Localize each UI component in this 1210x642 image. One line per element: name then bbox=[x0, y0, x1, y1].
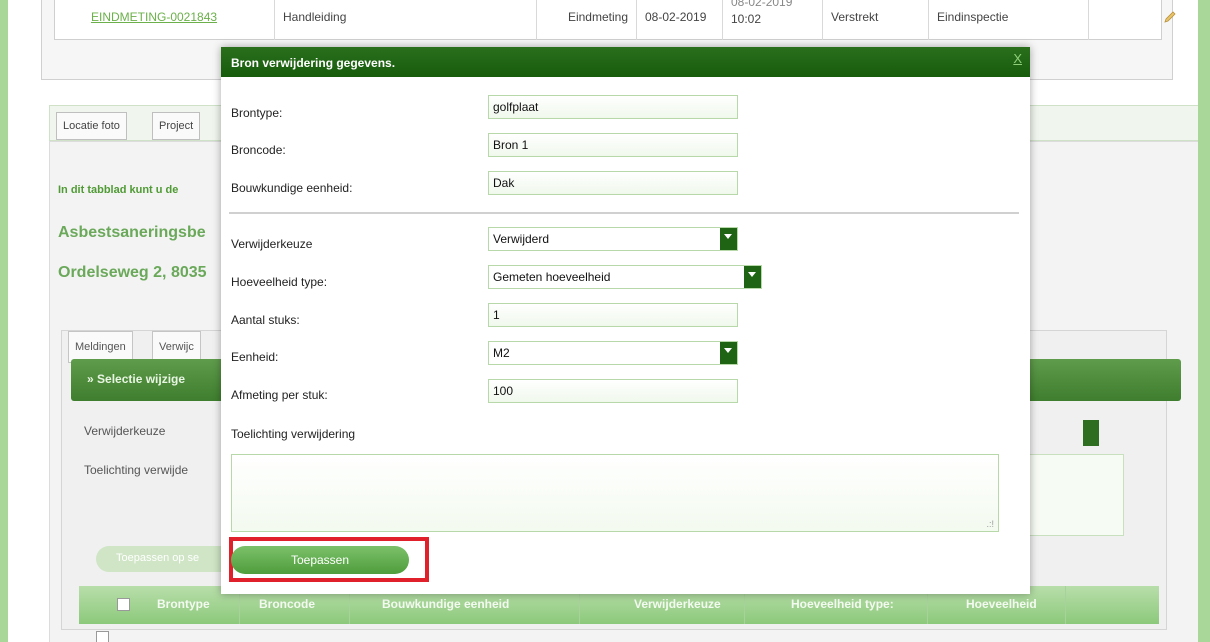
row-status: Verstrekt bbox=[823, 0, 929, 40]
row-type: Handleiding bbox=[275, 0, 537, 40]
chevron-down-icon[interactable] bbox=[720, 342, 737, 364]
verwijderkeuze-select[interactable]: Verwijderd bbox=[488, 227, 738, 251]
row-checkbox[interactable] bbox=[96, 631, 109, 642]
pencil-edit-icon[interactable] bbox=[1163, 10, 1177, 24]
brontype-label: Brontype: bbox=[231, 106, 283, 120]
aantal-stuks-label: Aantal stuks: bbox=[231, 313, 300, 327]
row-datetime-time: 10:02 bbox=[731, 12, 762, 26]
aantal-stuks-field[interactable]: 1 bbox=[488, 303, 738, 327]
info-text: In dit tabblad kunt u de bbox=[58, 184, 179, 196]
eenheid-label: Eenheid: bbox=[231, 350, 279, 364]
afmeting-per-stuk-label: Afmeting per stuk: bbox=[231, 388, 328, 402]
bron-verwijdering-dialog: Bron verwijdering gegevens. X Brontype: … bbox=[221, 47, 1030, 594]
eenheid-value: M2 bbox=[493, 346, 510, 360]
hoeveelheid-type-select[interactable]: Gemeten hoeveelheid bbox=[488, 265, 762, 289]
row-stage: Eindinspectie bbox=[929, 0, 1089, 40]
chevron-down-icon[interactable] bbox=[744, 266, 761, 288]
col-brontype[interactable]: Brontype bbox=[157, 597, 210, 611]
hoeveelheid-type-label: Hoeveelheid type: bbox=[231, 275, 328, 289]
tab-locatie-foto[interactable]: Locatie foto bbox=[56, 112, 127, 140]
row-datetime: 08-02-2019 10:02 bbox=[723, 0, 823, 40]
col-hoeveelheid[interactable]: Hoeveelheid bbox=[966, 597, 1037, 611]
verwijderkeuze-label: Verwijderkeuze bbox=[231, 237, 313, 251]
col-hoeveelheid-type[interactable]: Hoeveelheid type: bbox=[791, 597, 894, 611]
selection-bar-text: Selectie wijzige bbox=[97, 372, 186, 386]
address-heading: Ordelseweg 2, 8035 bbox=[58, 264, 207, 281]
dialog-title: Bron verwijdering gegevens. bbox=[231, 56, 396, 70]
verwijderkeuze-value: Verwijderd bbox=[493, 232, 550, 246]
table-row: EINDMETING-0021843 Handleiding Eindmetin… bbox=[54, 0, 1176, 40]
selection-bar-label: » Selectie wijzige bbox=[87, 372, 186, 386]
col-broncode[interactable]: Broncode bbox=[259, 597, 315, 611]
bg-verwijderkeuze-select[interactable] bbox=[1083, 420, 1099, 446]
select-all-checkbox[interactable] bbox=[117, 598, 130, 611]
brontype-field[interactable]: golfplaat bbox=[488, 95, 738, 119]
bg-toelichting-textarea[interactable] bbox=[1028, 454, 1124, 536]
broncode-label: Broncode: bbox=[231, 143, 286, 157]
row-kind: Eindmeting bbox=[537, 0, 637, 40]
row-date: 08-02-2019 bbox=[637, 0, 723, 40]
bg-toelichting-label: Toelichting verwijde bbox=[84, 463, 189, 477]
row-datetime-date: 08-02-2019 bbox=[731, 0, 793, 9]
bouwkundige-eenheid-label: Bouwkundige eenheid: bbox=[231, 181, 353, 195]
afmeting-per-stuk-field[interactable]: 100 bbox=[488, 379, 738, 403]
eindmeting-link[interactable]: EINDMETING-0021843 bbox=[55, 0, 275, 40]
tab-project[interactable]: Project bbox=[152, 112, 201, 140]
toelichting-label: Toelichting verwijdering bbox=[231, 427, 356, 441]
dialog-titlebar: Bron verwijdering gegevens. X bbox=[221, 47, 1030, 77]
apply-button[interactable]: Toepassen bbox=[231, 546, 409, 574]
close-icon[interactable]: X bbox=[1013, 51, 1022, 66]
chevron-down-icon[interactable] bbox=[720, 228, 737, 250]
bouwkundige-eenheid-field[interactable]: Dak bbox=[488, 171, 738, 195]
resize-grip-icon[interactable]: .:! bbox=[986, 519, 994, 529]
toelichting-textarea[interactable]: .:! bbox=[231, 454, 999, 532]
col-divider bbox=[1065, 586, 1066, 624]
project-heading: Asbestsaneringsbe bbox=[58, 224, 206, 241]
hoeveelheid-type-value: Gemeten hoeveelheid bbox=[493, 270, 611, 284]
broncode-field[interactable]: Bron 1 bbox=[488, 133, 738, 157]
col-bouwkundige-eenheid[interactable]: Bouwkundige eenheid bbox=[382, 597, 509, 611]
divider bbox=[229, 212, 1019, 214]
bg-verwijderkeuze-label: Verwijderkeuze bbox=[84, 424, 166, 438]
col-verwijderkeuze[interactable]: Verwijderkeuze bbox=[634, 597, 721, 611]
eenheid-select[interactable]: M2 bbox=[488, 341, 738, 365]
